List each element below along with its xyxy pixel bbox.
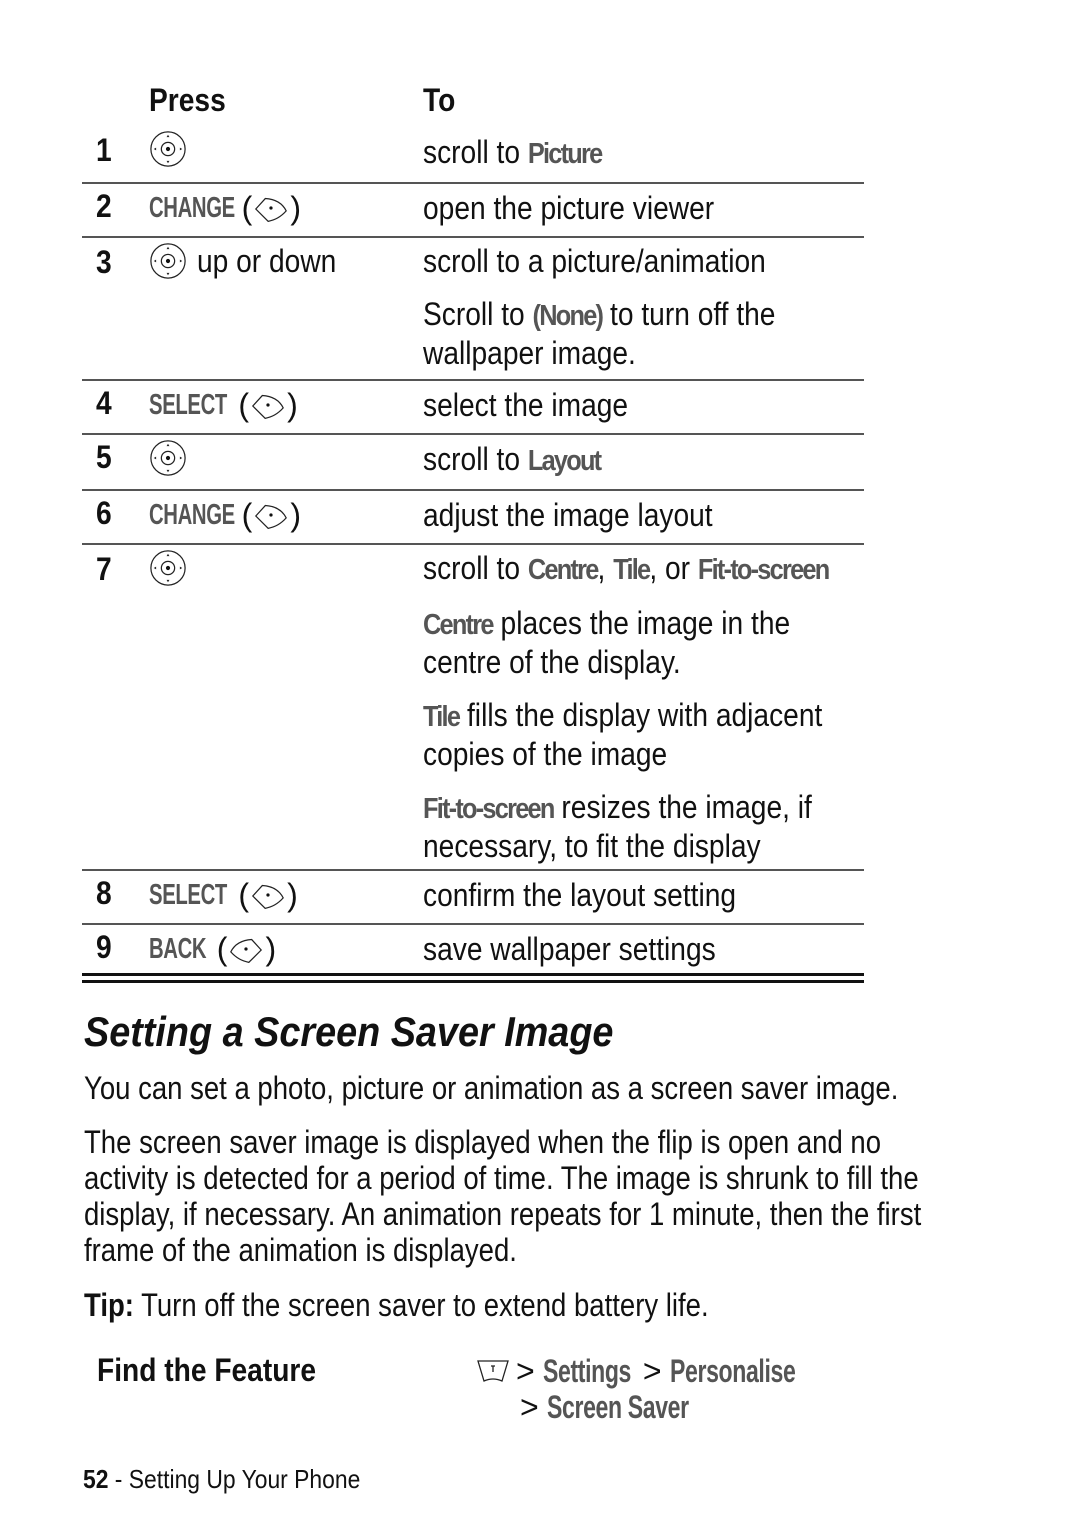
step-key: CHANGE ( ) bbox=[149, 497, 301, 533]
step-key bbox=[149, 130, 187, 168]
key-label: CHANGE bbox=[149, 499, 235, 531]
menu-item-tile: Tile bbox=[423, 701, 461, 733]
feature-menu-path: > Settings > Personalise > Screen Saver bbox=[476, 1352, 844, 1426]
step-number: 5 bbox=[96, 439, 112, 475]
menu-item-none: (None) bbox=[532, 300, 604, 332]
page-footer: 52 - Setting Up Your Phone bbox=[83, 1464, 361, 1494]
tip-paragraph: Tip: Turn off the screen saver to extend… bbox=[84, 1287, 961, 1323]
menu-item-centre: Centre bbox=[527, 554, 599, 586]
header-to: To bbox=[423, 82, 456, 118]
menu-item-layout: Layout bbox=[527, 445, 602, 477]
nav-key-icon bbox=[150, 243, 186, 279]
menu-item-tile: Tile bbox=[613, 554, 651, 586]
nav-key-icon bbox=[150, 440, 186, 476]
menu-item-fit-to-screen: Fit-to-screen bbox=[423, 793, 555, 825]
menu-key-icon bbox=[477, 1360, 509, 1382]
menu-item-settings: Settings bbox=[542, 1352, 631, 1389]
header-press: Press bbox=[149, 82, 226, 118]
step-description: select the image bbox=[423, 387, 629, 423]
menu-item-picture: Picture bbox=[527, 138, 603, 170]
step-key: BACK ( ) bbox=[149, 931, 277, 967]
tip-label: Tip: bbox=[84, 1287, 134, 1323]
table-row: 9 BACK ( ) save wallpaper settings bbox=[82, 925, 864, 976]
step-number: 2 bbox=[96, 188, 112, 224]
table-row: 7 scroll to Centre, Tile, or Fit-to-scre… bbox=[82, 545, 864, 871]
menu-item-screen-saver: Screen Saver bbox=[546, 1388, 689, 1425]
step-number: 1 bbox=[96, 132, 112, 168]
find-feature-label: Find the Feature bbox=[97, 1352, 317, 1388]
menu-item-fit-to-screen: Fit-to-screen bbox=[697, 554, 830, 586]
step-key: up or down bbox=[149, 242, 355, 280]
step-key bbox=[149, 439, 187, 477]
step-description: scroll to Centre, Tile, or Fit-to-screen… bbox=[423, 550, 830, 864]
intro-paragraph: You can set a photo, picture or animatio… bbox=[84, 1070, 899, 1106]
step-key: SELECT ( ) bbox=[149, 387, 298, 423]
key-label: BACK bbox=[149, 933, 207, 965]
body-paragraph: The screen saver image is displayed when… bbox=[84, 1124, 922, 1268]
key-label: SELECT bbox=[149, 879, 227, 911]
table-row: 1 scroll to Picture bbox=[82, 128, 864, 184]
table-row: 2 CHANGE ( ) open the picture viewer bbox=[82, 184, 864, 238]
key-suffix: up or down bbox=[197, 242, 337, 279]
step-description: confirm the layout setting bbox=[423, 877, 737, 913]
step-number: 9 bbox=[96, 929, 112, 965]
nav-key-icon bbox=[150, 550, 186, 586]
step-number: 8 bbox=[96, 875, 112, 911]
section-title: Setting a Screen Saver Image bbox=[84, 1008, 614, 1055]
left-soft-key-icon bbox=[230, 938, 263, 963]
step-key: SELECT ( ) bbox=[149, 877, 298, 913]
table-row: 5 scroll to Layout bbox=[82, 435, 864, 491]
table-row: 6 CHANGE ( ) adjust the image layout bbox=[82, 491, 864, 545]
right-soft-key-icon bbox=[255, 197, 288, 222]
table-header: Press To bbox=[82, 80, 864, 128]
step-description: adjust the image layout bbox=[423, 497, 713, 533]
step-number: 4 bbox=[96, 385, 112, 421]
step-number: 3 bbox=[96, 244, 112, 280]
step-description: scroll to Layout bbox=[423, 441, 602, 477]
step-number: 7 bbox=[96, 551, 112, 587]
right-soft-key-icon bbox=[255, 504, 288, 529]
step-description: scroll to a picture/animation Scroll to … bbox=[423, 243, 776, 371]
key-label: SELECT bbox=[149, 389, 227, 421]
tip-text: Turn off the screen saver to extend batt… bbox=[133, 1287, 709, 1323]
step-key bbox=[149, 549, 187, 587]
step-key: CHANGE ( ) bbox=[149, 190, 301, 226]
chapter-title: Setting Up Your Phone bbox=[128, 1464, 361, 1494]
steps-table: Press To 1 scroll to Picture 2 CHANGE ( … bbox=[82, 80, 864, 983]
table-row: 4 SELECT ( ) select the image bbox=[82, 381, 864, 435]
page-number: 52 bbox=[83, 1464, 109, 1494]
table-end-rule bbox=[82, 980, 864, 983]
menu-item-personalise: Personalise bbox=[669, 1352, 796, 1389]
step-number: 6 bbox=[96, 495, 112, 531]
step-description: scroll to Picture bbox=[423, 134, 603, 170]
step-description: open the picture viewer bbox=[423, 190, 715, 226]
right-soft-key-icon bbox=[252, 394, 285, 419]
manual-page: Press To 1 scroll to Picture 2 CHANGE ( … bbox=[0, 0, 1080, 1525]
menu-item-centre: Centre bbox=[423, 609, 494, 641]
key-label: CHANGE bbox=[149, 192, 235, 224]
table-row: 3 up or down scroll to a picture/animati… bbox=[82, 238, 864, 381]
step-description: save wallpaper settings bbox=[423, 931, 716, 967]
right-soft-key-icon bbox=[252, 884, 285, 909]
table-row: 8 SELECT ( ) confirm the layout setting bbox=[82, 871, 864, 925]
nav-key-icon bbox=[150, 131, 186, 167]
